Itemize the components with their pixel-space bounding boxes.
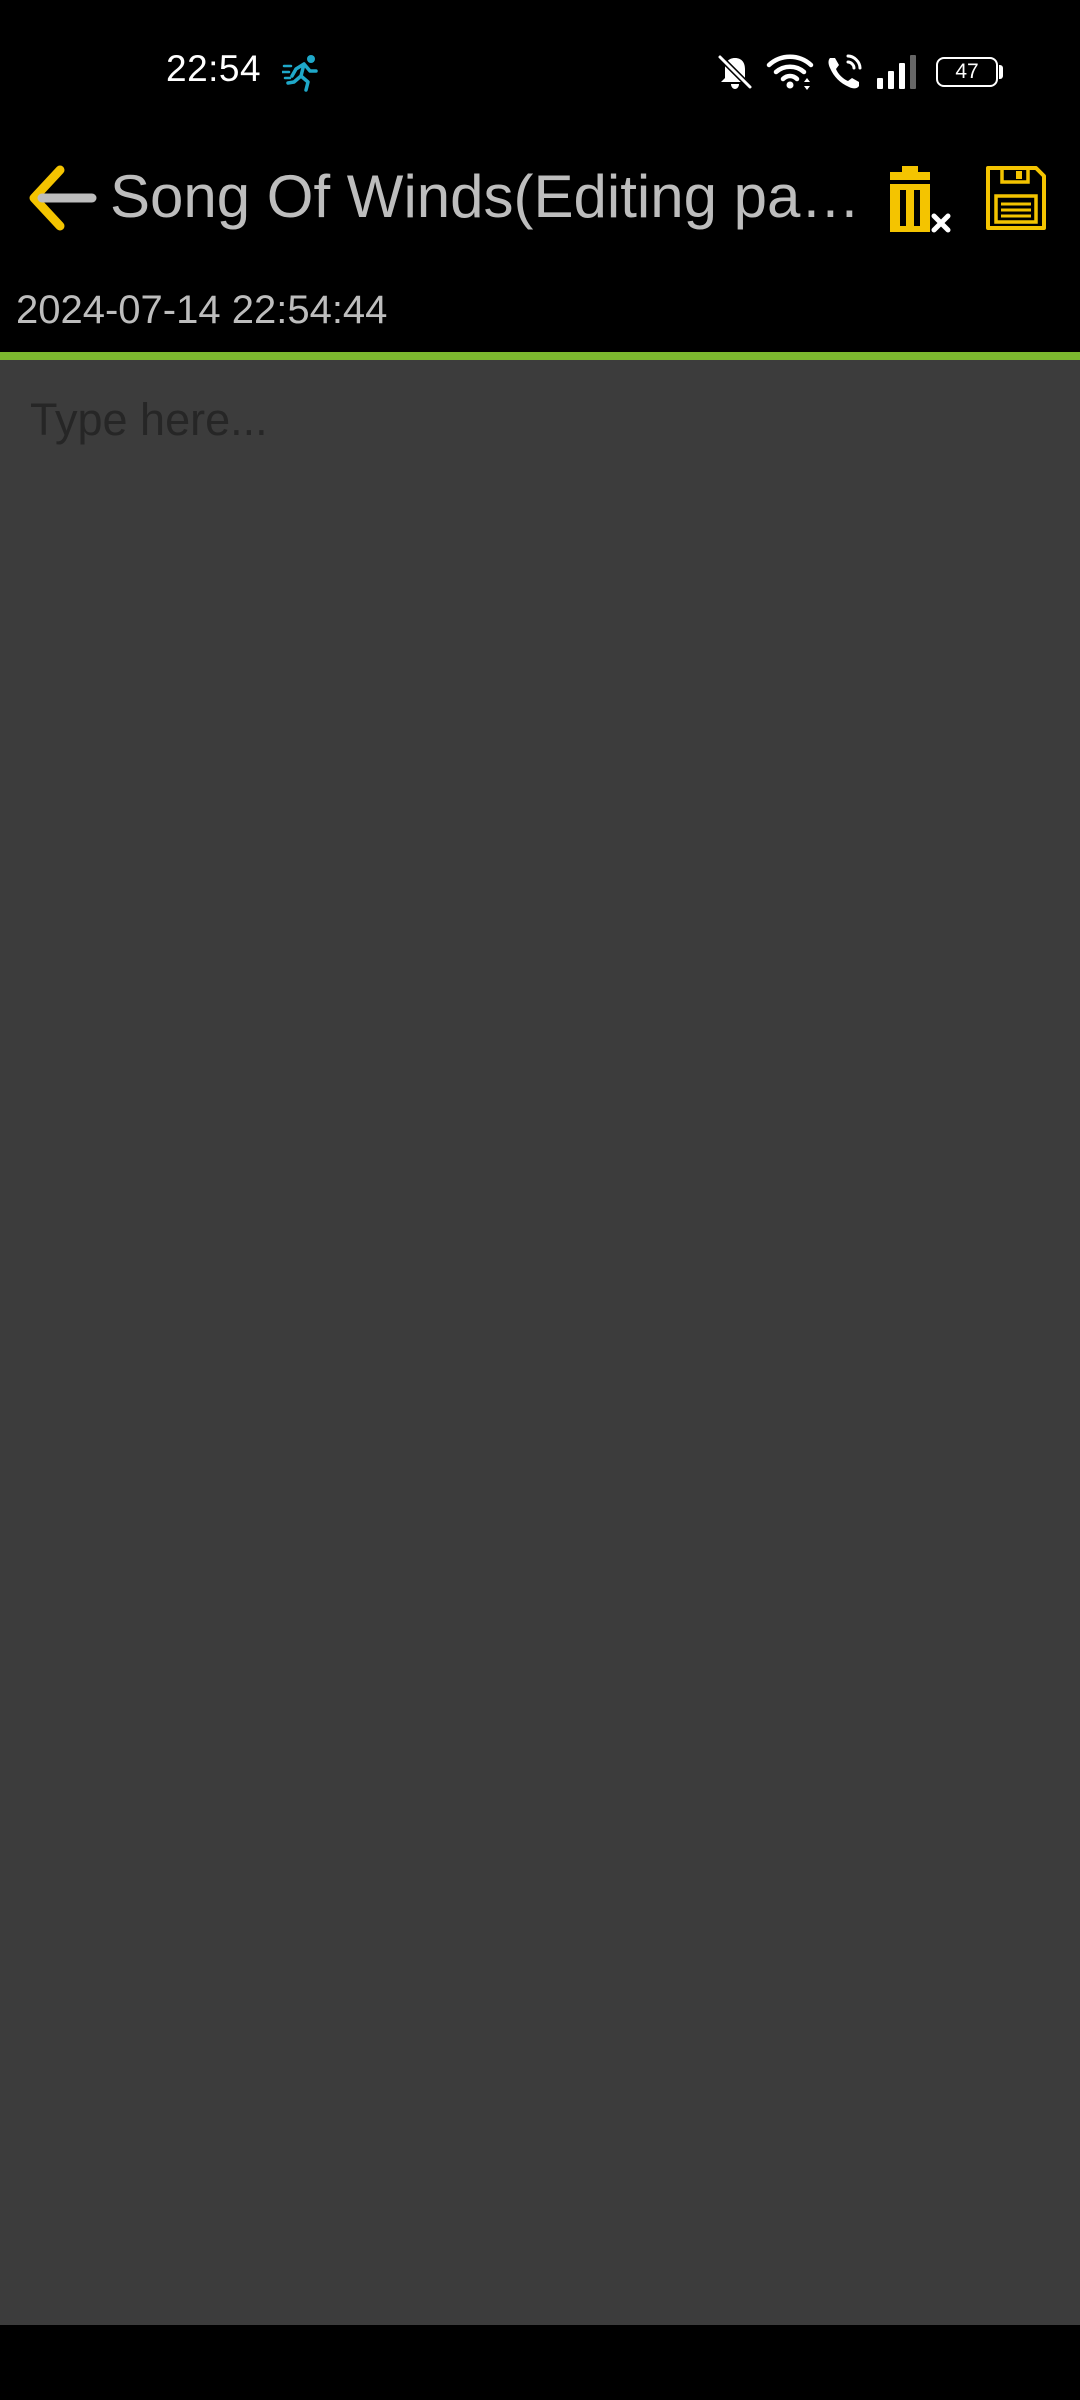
accent-divider [0, 352, 1080, 360]
editor-area [0, 360, 1080, 2325]
wifi-calling-icon [828, 54, 862, 89]
status-bar: 22:54 47 [0, 0, 1080, 140]
wifi-icon [766, 54, 814, 90]
trash-clear-icon [890, 166, 951, 233]
app-bar: Song Of Winds(Editing page) [0, 140, 1080, 256]
back-button[interactable] [22, 160, 102, 236]
note-text-input[interactable] [0, 360, 1080, 2325]
floppy-disk-icon [986, 166, 1046, 230]
battery-tip [999, 65, 1003, 79]
battery-icon: 47 [936, 57, 998, 87]
delete-button[interactable] [888, 160, 966, 242]
status-time: 22:54 [166, 48, 262, 89]
signal-bars-icon [877, 55, 916, 89]
navigation-bar [0, 2325, 1080, 2400]
bell-muted-icon [717, 54, 753, 90]
running-activity-icon [282, 55, 318, 92]
save-button[interactable] [982, 158, 1050, 236]
page-title: Song Of Winds(Editing page) [110, 163, 870, 230]
note-date: 2024-07-14 22:54:44 [16, 288, 388, 332]
battery-level: 47 [955, 60, 979, 83]
note-editor-screen: 22:54 47 Song Of Winds(Editing page) 202… [0, 0, 1080, 2400]
arrow-left-icon [29, 165, 97, 231]
